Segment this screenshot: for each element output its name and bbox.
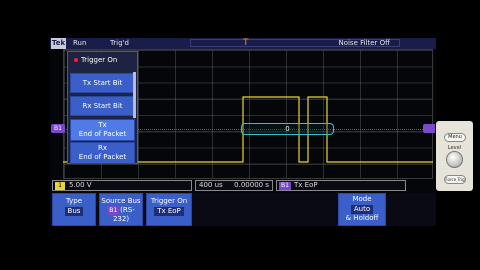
menu-item-rx-end-of-packet[interactable]: Rx End of Packet: [70, 142, 135, 164]
menu-item-tx-end-of-packet[interactable]: Tx End of Packet: [70, 119, 135, 141]
noise-filter-status: Noise Filter Off: [338, 39, 390, 47]
trigger-on-button[interactable]: Trigger On Tx EoP: [146, 193, 192, 226]
force-trig-button[interactable]: Force Trig: [444, 175, 466, 184]
ch1-badge: 1: [55, 182, 65, 190]
menu-scrollbar[interactable]: [133, 72, 136, 118]
brand-logo: Tek: [51, 38, 66, 49]
trigger-state: Trig'd: [110, 39, 129, 47]
trigger-readout[interactable]: B1 Tx EoP: [276, 180, 406, 191]
bus-badge: B1: [107, 206, 120, 215]
trigger-on-menu: Trigger On Tx Start Bit Rx Start Bit Tx …: [67, 51, 138, 164]
timebase-position: 0.00000 s: [234, 181, 269, 189]
run-state: Run: [73, 39, 87, 47]
trigger-position-icon[interactable]: T: [243, 38, 249, 48]
timebase-scale: 400 us: [199, 181, 223, 189]
trigger-source-badge: B1: [279, 182, 291, 190]
menu-item-tx-start-bit[interactable]: Tx Start Bit: [70, 73, 135, 93]
level-knob-icon[interactable]: [446, 151, 463, 168]
trigger-label: Tx EoP: [294, 181, 318, 189]
menu-title: Trigger On: [68, 53, 137, 68]
timebase-readout[interactable]: 400 us 0.00000 s: [195, 180, 273, 191]
source-bus-button[interactable]: Source Bus B1 (RS-232): [99, 193, 143, 226]
radio-dot-icon: [74, 58, 78, 62]
type-button[interactable]: Type Bus: [52, 193, 96, 226]
ch1-readout[interactable]: 1 5.00 V: [52, 180, 192, 191]
ch1-scale: 5.00 V: [69, 181, 92, 189]
readout-bar: 1 5.00 V 400 us 0.00000 s B1 Tx EoP: [50, 180, 436, 192]
bottom-menu: Type Bus Source Bus B1 (RS-232) Trigger O…: [50, 193, 436, 226]
menu-hardware-button[interactable]: Menu: [444, 133, 466, 142]
bus-decode-packet: 0: [241, 123, 334, 135]
mode-button[interactable]: Mode Auto & Holdoff: [338, 193, 386, 226]
front-panel-trigger-controls: Menu Level Force Trig: [436, 121, 473, 191]
menu-item-rx-start-bit[interactable]: Rx Start Bit: [70, 96, 135, 116]
